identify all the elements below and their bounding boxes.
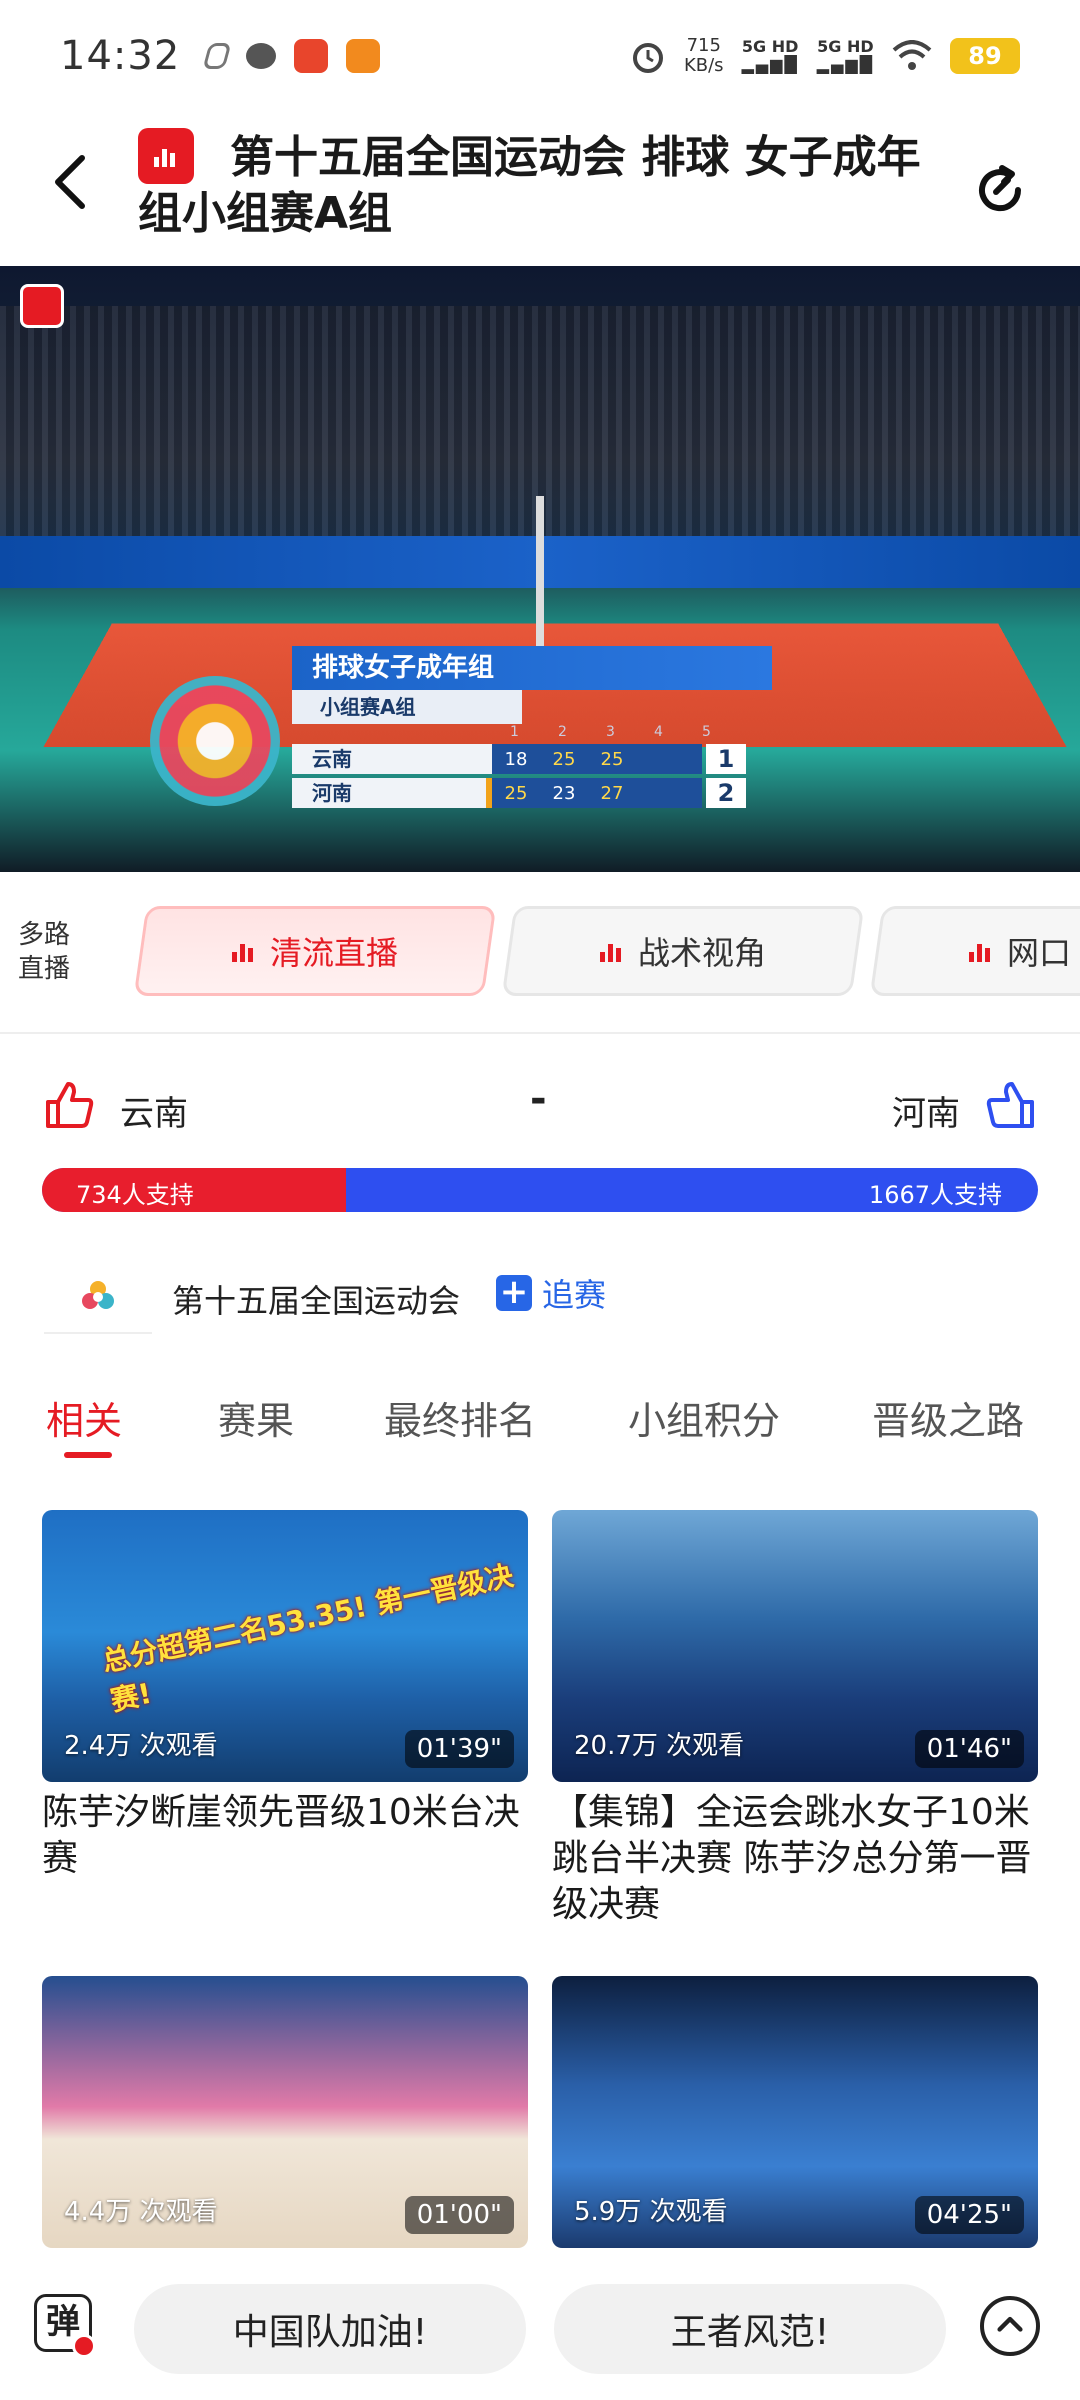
refresh-icon[interactable] [968, 158, 1032, 222]
tab-advancement[interactable]: 晋级之路 [872, 1390, 1024, 1445]
video-title[interactable]: 陈芋汐断崖领先晋级10米台决赛 [42, 1790, 528, 1882]
tab-group-points[interactable]: 小组积分 [628, 1390, 780, 1445]
event-row: 第十五届全国运动会 + 追赛 [0, 1250, 1080, 1350]
video-card[interactable]: 4.4万 次观看 01'00" [42, 1976, 528, 2248]
alarm-icon [632, 43, 663, 73]
tab-related[interactable]: 相关 [46, 1390, 122, 1445]
clock: 14:32 [60, 33, 181, 79]
stream-option-clean[interactable]: 清流直播 [133, 906, 497, 996]
video-thumbnail[interactable]: 总分超第二名53.35! 第一晋级决赛! 2.4万 次观看 01'39" [42, 1510, 528, 1782]
notification-icons [202, 39, 381, 73]
video-duration: 01'00" [404, 2196, 514, 2234]
back-icon[interactable] [50, 152, 90, 212]
event-logo-icon [44, 1262, 152, 1334]
live-bars-icon [231, 940, 256, 962]
video-duration: 04'25" [914, 2196, 1024, 2234]
video-net [536, 496, 544, 656]
tab-results[interactable]: 赛果 [218, 1390, 294, 1445]
multi-stream-label: 多路直播 [18, 920, 71, 984]
stream-option-net[interactable]: 网口 [869, 906, 1080, 996]
video-card[interactable]: 20.7万 次观看 01'46" 【集锦】全运会跳水女子10米跳台半决赛 陈芋汐… [552, 1510, 1038, 1928]
video-card[interactable]: 5.9万 次观看 04'25" [552, 1976, 1038, 2248]
multi-stream-bar: 多路直播 清流直播 战术视角 网口 [0, 874, 1080, 1032]
stream-option-tactical[interactable]: 战术视角 [501, 906, 865, 996]
view-count: 5.9万 次观看 [574, 2197, 728, 2227]
thumbs-up-left-icon[interactable] [42, 1078, 96, 1132]
scoreboard-subheading: 小组赛A组 [292, 690, 522, 724]
cheer-button-2[interactable]: 王者风范! [554, 2284, 946, 2374]
bottom-bar: 弹 中国队加油! 王者风范! [0, 2264, 1080, 2400]
support-right-count: 1667人支持 [868, 1181, 1002, 1209]
weibo-icon [294, 39, 329, 73]
signal-2: 5G HD ▂▄▆█ [816, 37, 874, 74]
signal-1: 5G HD ▂▄▆█ [741, 37, 799, 74]
scoreboard: 排球女子成年组 小组赛A组 1 2 3 4 5 云南 18 25 25 1 河南… [292, 646, 772, 808]
divider [0, 1032, 1080, 1034]
status-right: 715 KB/s 5G HD ▂▄▆█ 5G HD ▂▄▆█ 89 [630, 36, 1020, 76]
status-bar: 14:32 715 KB/s 5G HD ▂▄▆█ 5G HD ▂▄▆█ 89 [0, 0, 1080, 112]
video-duration: 01'46" [914, 1730, 1024, 1768]
net-speed: 715 KB/s [683, 35, 724, 76]
event-name: 第十五届全国运动会 [172, 1282, 461, 1320]
app-notification-icon [346, 39, 381, 73]
app-logo-icon [138, 128, 194, 184]
games-emblem-icon [150, 676, 280, 806]
video-card[interactable]: 总分超第二名53.35! 第一晋级决赛! 2.4万 次观看 01'39" 陈芋汐… [42, 1510, 528, 1882]
thumbnail-overlay-text: 总分超第二名53.35! 第一晋级决赛! [99, 1558, 517, 1718]
live-bars-icon [599, 940, 624, 962]
cheer-button-1[interactable]: 中国队加油! [134, 2284, 526, 2374]
scoreboard-set-numbers: 1 2 3 4 5 [510, 724, 711, 740]
nfc-icon [202, 43, 232, 69]
wifi-icon [892, 40, 932, 70]
video-player[interactable]: 排球女子成年组 小组赛A组 1 2 3 4 5 云南 18 25 25 1 河南… [0, 266, 1080, 872]
danmu-status-dot [72, 2334, 96, 2358]
video-thumbnail[interactable]: 4.4万 次观看 01'00" [42, 1976, 528, 2248]
support-left-count: 734人支持 [76, 1181, 194, 1209]
tab-underline [64, 1452, 112, 1458]
page-header: 第十五届全国运动会 排球 女子成年组小组赛A组 [0, 112, 1080, 262]
video-thumbnail[interactable]: 20.7万 次观看 01'46" [552, 1510, 1038, 1782]
video-thumbnail[interactable]: 5.9万 次观看 04'25" [552, 1976, 1038, 2248]
scroll-top-icon[interactable] [980, 2296, 1040, 2356]
page-title: 第十五届全国运动会 排球 女子成年组小组赛A组 [138, 132, 921, 239]
video-duration: 01'39" [404, 1730, 514, 1768]
view-count: 2.4万 次观看 [64, 1731, 218, 1761]
scoreboard-row-yunnan: 云南 18 25 25 1 [292, 744, 772, 774]
wechat-icon [246, 43, 277, 69]
plus-icon: + [496, 1275, 532, 1311]
channel-logo-icon [20, 284, 64, 328]
score-separator: - [530, 1076, 547, 1122]
video-title[interactable]: 【集锦】全运会跳水女子10米跳台半决赛 陈芋汐总分第一晋级决赛 [552, 1790, 1038, 1928]
support-section: 云南 - 河南 734人支持 1667人支持 [0, 1060, 1080, 1220]
team-right-name: 河南 [892, 1094, 960, 1134]
follow-button[interactable]: + 追赛 [496, 1270, 606, 1316]
thumbs-up-right-icon[interactable] [984, 1078, 1038, 1132]
scoreboard-row-henan: 河南 25 23 27 2 [292, 778, 772, 808]
team-left-name: 云南 [120, 1094, 188, 1134]
view-count: 20.7万 次观看 [574, 1731, 745, 1761]
content-tabs: 相关 赛果 最终排名 小组积分 晋级之路 [0, 1376, 1080, 1476]
scoreboard-heading: 排球女子成年组 [292, 646, 772, 690]
support-bar: 734人支持 1667人支持 [42, 1168, 1038, 1212]
battery-indicator: 89 [950, 38, 1020, 74]
tab-final-ranking[interactable]: 最终排名 [384, 1390, 536, 1445]
view-count: 4.4万 次观看 [64, 2197, 218, 2227]
live-bars-icon [969, 940, 993, 962]
